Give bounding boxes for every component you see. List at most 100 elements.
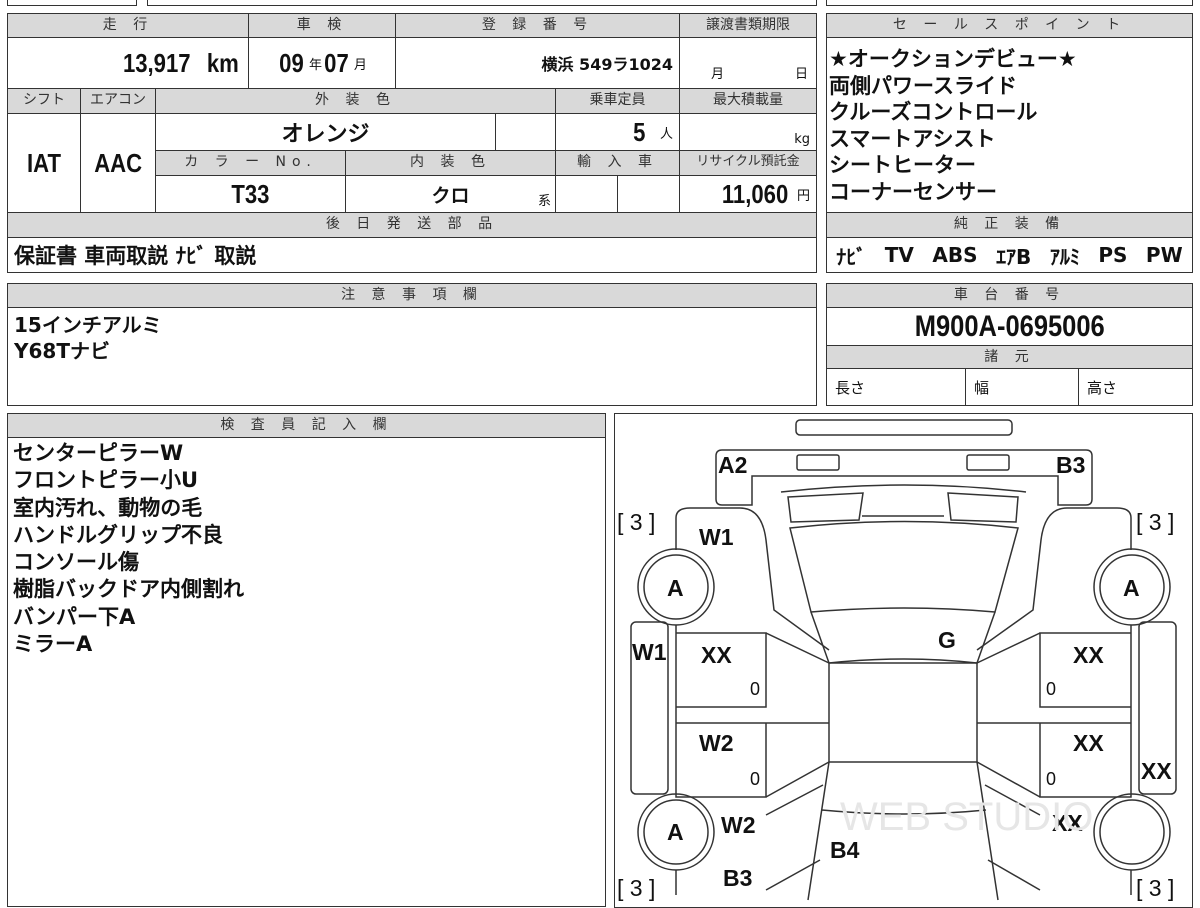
diagram-label: W2 bbox=[699, 730, 734, 756]
notes-list: 15インチアルミ Y68Tナビ bbox=[7, 307, 817, 406]
diagram-label: A bbox=[667, 575, 684, 601]
diagram-label: W2 bbox=[721, 812, 756, 838]
list-item: ミラーA bbox=[13, 632, 93, 657]
shift-header: シフト bbox=[7, 88, 81, 114]
later-parts-value: 保証書 車両取説 ﾅﾋﾞ 取説 bbox=[7, 237, 817, 273]
equipment-item: ABS bbox=[932, 243, 978, 267]
diagram-label: XX bbox=[1073, 642, 1104, 668]
lamp bbox=[966, 454, 1010, 471]
list-item: 室内汚れ、動物の毛 bbox=[13, 495, 203, 520]
tire-tread-label: [ 3 ] bbox=[617, 509, 655, 535]
aircon-value: AAC bbox=[80, 113, 156, 213]
exterior-color-value: オレンジ bbox=[155, 113, 496, 151]
diagram-label: 0 bbox=[750, 679, 760, 699]
color-no-header: カ ラ ー No. bbox=[155, 150, 346, 176]
diagram-label: XX bbox=[1073, 730, 1104, 756]
top-strip-cell bbox=[7, 0, 137, 6]
interior-color-header: 内 装 色 bbox=[345, 150, 556, 176]
windshield bbox=[789, 520, 1019, 613]
max-load-value: kg bbox=[679, 113, 817, 151]
list-item: コーナーセンサー bbox=[829, 179, 997, 204]
import-cell bbox=[555, 175, 618, 213]
diagram-label: A2 bbox=[718, 452, 747, 478]
import-header: 輸 入 車 bbox=[555, 150, 680, 176]
capacity-header: 乗車定員 bbox=[555, 88, 680, 114]
diagram-label: A bbox=[667, 819, 684, 845]
list-item: コンソール傷 bbox=[13, 550, 139, 575]
hood bbox=[810, 611, 996, 664]
list-item: クルーズコントロール bbox=[829, 100, 1038, 124]
list-item: センターピラーW bbox=[13, 441, 184, 465]
diagram-label: 0 bbox=[1046, 679, 1056, 699]
rear-spoiler bbox=[795, 419, 1013, 436]
diagram-label: XX bbox=[701, 642, 732, 668]
mileage-header: 走 行 bbox=[7, 13, 249, 38]
top-strip-cell bbox=[826, 0, 1193, 6]
diagram-label: 0 bbox=[750, 769, 760, 789]
bumper-outline bbox=[715, 449, 1093, 506]
tire-tread-label: [ 3 ] bbox=[617, 875, 655, 901]
equipment-list: ﾅﾋﾞ TV ABS ｴｱB ｱﾙﾐ PS PW bbox=[826, 237, 1193, 273]
tire-tread-label: [ 3 ] bbox=[1136, 509, 1174, 535]
wheel bbox=[1093, 793, 1171, 871]
list-item: Y68Tナビ bbox=[14, 339, 110, 363]
equipment-header: 純 正 装 備 bbox=[826, 212, 1193, 238]
diagram-label: B4 bbox=[830, 837, 860, 863]
watermark: WEB STUDIO bbox=[840, 795, 1093, 839]
registration-header: 登 録 番 号 bbox=[395, 13, 680, 38]
diagram-label: G bbox=[938, 627, 956, 653]
diagram-label: W1 bbox=[699, 524, 734, 550]
inspection-header: 車 検 bbox=[248, 13, 396, 38]
equipment-item: ｴｱB bbox=[996, 244, 1032, 269]
specs-header: 諸 元 bbox=[826, 345, 1193, 369]
max-load-header: 最大積載量 bbox=[679, 88, 817, 114]
recycle-value: 11,060 円 bbox=[679, 175, 817, 213]
damage-diagram: A2 B3 [ 3 ] [ 3 ] W1 A A W1 XX G XX 0 0 … bbox=[614, 413, 1193, 908]
inspector-notes: センターピラーW フロントピラー小U 室内汚れ、動物の毛 ハンドルグリップ不良 … bbox=[7, 437, 606, 907]
tire-tread-label: [ 3 ] bbox=[1136, 875, 1174, 901]
equipment-item: ﾅﾋﾞ bbox=[836, 244, 867, 269]
deadline-header: 譲渡書類期限 bbox=[679, 13, 817, 38]
inspector-header: 検 査 員 記 入 欄 bbox=[7, 413, 606, 438]
width-cell: 幅 bbox=[965, 368, 1079, 406]
roof bbox=[828, 662, 978, 763]
diagram-label: B3 bbox=[723, 865, 752, 891]
list-item: ★オークションデビュー★ bbox=[829, 47, 1077, 71]
shift-value: IAT bbox=[7, 113, 81, 213]
equipment-item: PS bbox=[1098, 243, 1128, 267]
list-item: バンパー下A bbox=[13, 604, 136, 629]
list-item: 樹脂バックドア内側割れ bbox=[13, 577, 244, 602]
wheel-inner bbox=[1099, 799, 1165, 865]
exterior-color-header: 外 装 色 bbox=[155, 88, 556, 114]
sales-points-header: セ ー ル ス ポ イ ン ト bbox=[826, 13, 1193, 38]
deadline-value: 月日 bbox=[679, 37, 817, 89]
equipment-item: ｱﾙﾐ bbox=[1049, 244, 1080, 269]
diagram-label: B3 bbox=[1056, 452, 1085, 478]
chassis-number: M900A-0695006 bbox=[826, 307, 1193, 346]
interior-color-value: クロ系 bbox=[345, 175, 556, 213]
later-parts-header: 後 日 発 送 部 品 bbox=[7, 212, 817, 238]
diagram-label: 0 bbox=[1046, 769, 1056, 789]
list-item: 両側パワースライド bbox=[829, 73, 1017, 98]
list-item: フロントピラー小U bbox=[13, 468, 199, 493]
recycle-header: リサイクル預託金 bbox=[679, 150, 817, 176]
list-item: スマートアシスト bbox=[829, 126, 996, 151]
top-strip-cell bbox=[147, 0, 817, 6]
diagram-label: XX bbox=[1141, 758, 1172, 784]
color-no-value: T33 bbox=[155, 175, 346, 213]
rear-glass bbox=[780, 484, 1027, 523]
diagram-label: W1 bbox=[632, 639, 667, 665]
mileage-value: 13,917 km bbox=[7, 37, 249, 89]
import-cell bbox=[617, 175, 680, 213]
capacity-value: 5人 bbox=[555, 113, 680, 151]
registration-value: 横浜 549ラ1024 bbox=[395, 37, 680, 89]
list-item: シートヒーター bbox=[829, 153, 976, 177]
exterior-color-blank bbox=[495, 113, 556, 151]
lamp bbox=[796, 454, 840, 471]
sales-points-list: ★オークションデビュー★ 両側パワースライド クルーズコントロール スマートアシ… bbox=[826, 37, 1193, 213]
list-item: 15インチアルミ bbox=[14, 313, 162, 337]
equipment-item: PW bbox=[1145, 243, 1183, 267]
notes-header: 注 意 事 項 欄 bbox=[7, 283, 817, 308]
equipment-item: TV bbox=[884, 243, 914, 267]
height-cell: 高さ bbox=[1078, 368, 1193, 406]
